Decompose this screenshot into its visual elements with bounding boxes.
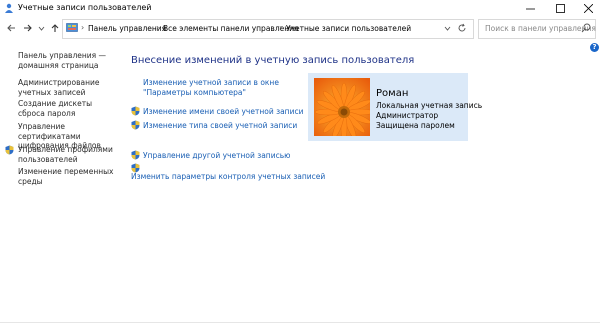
breadcrumb-separator: ›	[279, 23, 283, 32]
help-icon[interactable]: ?	[590, 43, 599, 52]
user-account-type: Локальная учетная запись	[376, 101, 483, 110]
link-change-type[interactable]: Изменение типа своей учетной записи	[143, 121, 297, 131]
maximize-icon	[555, 4, 565, 13]
link-manage-other-account[interactable]: Управление другой учетной записью	[143, 151, 290, 161]
uac-shield-icon	[5, 145, 14, 155]
user-name: Роман	[376, 88, 409, 99]
minimize-icon	[525, 8, 535, 10]
chevron-down-icon	[38, 26, 44, 31]
breadcrumb-user-accounts[interactable]: Учетные записи пользователей	[286, 24, 411, 33]
close-icon	[583, 4, 593, 13]
uac-shield-icon	[131, 150, 140, 160]
title-bar: Учетные записи пользователей	[0, 0, 600, 17]
sidebar-item-reset-disk[interactable]: Создание дискеты сброса пароля	[18, 99, 118, 118]
link-change-name[interactable]: Изменение имени своей учетной записи	[143, 107, 303, 117]
sidebar-item-env-vars[interactable]: Изменение переменных среды	[18, 167, 118, 186]
forward-button[interactable]	[22, 21, 34, 35]
sidebar-item-profiles[interactable]: Управление профилями пользователей	[18, 145, 118, 164]
up-arrow-icon	[51, 24, 59, 32]
window-title: Учетные записи пользователей	[18, 3, 152, 12]
search-placeholder: Поиск в панели управления	[485, 24, 596, 33]
sidebar-item-manage-accounts[interactable]: Администрирование учетных записей	[18, 78, 118, 97]
user-accounts-window: Учетные записи пользователей › Панель уп…	[0, 0, 600, 331]
address-dropdown-icon[interactable]	[444, 23, 451, 33]
user-avatar-flower-image	[314, 78, 370, 136]
breadcrumb-separator: ›	[156, 23, 160, 32]
close-button[interactable]	[574, 0, 600, 17]
address-bar[interactable]: › Панель управления › Все элементы панел…	[62, 19, 474, 39]
refresh-icon[interactable]	[457, 22, 467, 34]
back-button[interactable]	[5, 21, 17, 35]
bottom-divider	[0, 322, 600, 323]
breadcrumb-separator: ›	[81, 23, 85, 32]
up-button[interactable]	[49, 21, 61, 35]
recent-locations-button[interactable]	[37, 21, 45, 35]
sidebar-item-home[interactable]: Панель управления — домашняя страница	[18, 51, 118, 70]
back-arrow-icon	[7, 24, 15, 32]
minimize-button[interactable]	[516, 0, 544, 17]
link-pc-settings[interactable]: Изменение учетной записи в окне "Парамет…	[143, 78, 303, 97]
breadcrumb-control-panel[interactable]: Панель управления	[88, 24, 166, 33]
user-card: Роман Локальная учетная запись Администр…	[308, 73, 482, 141]
control-panel-icon	[66, 23, 78, 32]
user-accounts-icon	[5, 3, 13, 13]
page-title: Внесение изменений в учетную запись поль…	[131, 55, 415, 66]
search-box[interactable]: Поиск в панели управления	[478, 19, 596, 39]
uac-shield-icon	[131, 120, 140, 130]
user-password-status: Защищена паролем	[376, 121, 455, 130]
maximize-button[interactable]	[546, 0, 574, 17]
forward-arrow-icon	[24, 24, 32, 32]
user-role: Администратор	[376, 111, 439, 120]
uac-shield-icon	[131, 106, 140, 116]
search-icon	[581, 23, 591, 33]
link-uac-settings[interactable]: Изменить параметры контроля учетных запи…	[131, 172, 325, 182]
